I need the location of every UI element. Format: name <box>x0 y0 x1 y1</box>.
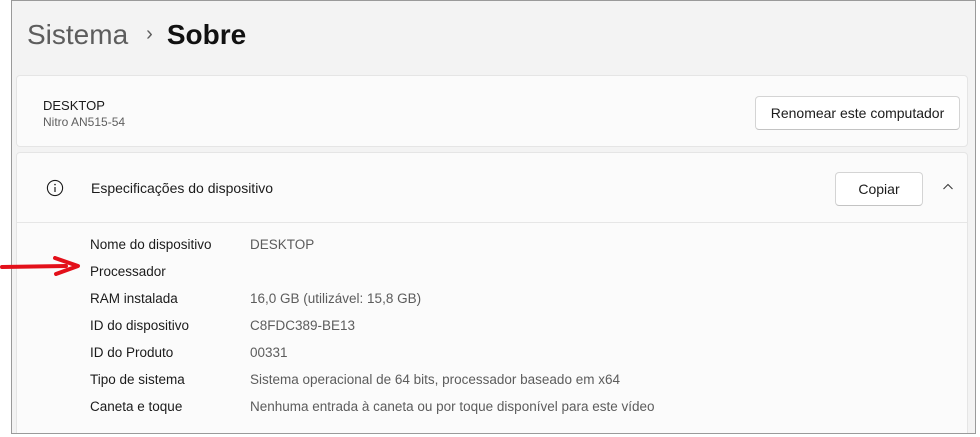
spec-value: 16,0 GB (utilizável: 15,8 GB) <box>250 291 422 306</box>
spec-value: DESKTOP <box>250 237 315 252</box>
spec-value: C8FDC389-BE13 <box>250 318 356 333</box>
spec-label: Caneta e toque <box>90 399 183 414</box>
info-icon <box>46 179 64 197</box>
spec-value: 00331 <box>250 345 288 360</box>
spec-label: Tipo de sistema <box>90 372 185 387</box>
spec-label: Nome do dispositivo <box>90 237 212 252</box>
device-name: DESKTOP <box>43 98 105 113</box>
device-specs-header[interactable]: Especificações do dispositivo Copiar <box>17 153 967 223</box>
spec-value: Nenhuma entrada à caneta ou por toque di… <box>250 399 655 414</box>
breadcrumb: Sistema › Sobre <box>27 19 246 51</box>
red-arrow-icon <box>0 256 80 276</box>
spec-label: ID do dispositivo <box>90 318 190 333</box>
spec-value: Sistema operacional de 64 bits, processa… <box>250 372 620 387</box>
device-specs-card: Especificações do dispositivo Copiar Nom… <box>16 152 968 433</box>
breadcrumb-parent-sistema[interactable]: Sistema <box>27 19 128 51</box>
spec-label: ID do Produto <box>90 345 174 360</box>
page-title: Sobre <box>166 19 247 50</box>
settings-window: Sistema › Sobre DESKTOP Nitro AN515-54 R… <box>11 0 976 434</box>
copy-button[interactable]: Copiar <box>835 172 923 206</box>
chevron-up-icon[interactable] <box>941 180 955 194</box>
device-model: Nitro AN515-54 <box>43 115 126 129</box>
spec-label: RAM instalada <box>90 291 178 306</box>
device-name-card: DESKTOP Nitro AN515-54 Renomear este com… <box>16 75 968 147</box>
breadcrumb-separator-icon: › <box>146 22 153 45</box>
device-specs-title: Especificações do dispositivo <box>91 180 274 196</box>
spec-label: Processador <box>90 264 166 279</box>
rename-pc-button[interactable]: Renomear este computador <box>755 96 960 130</box>
